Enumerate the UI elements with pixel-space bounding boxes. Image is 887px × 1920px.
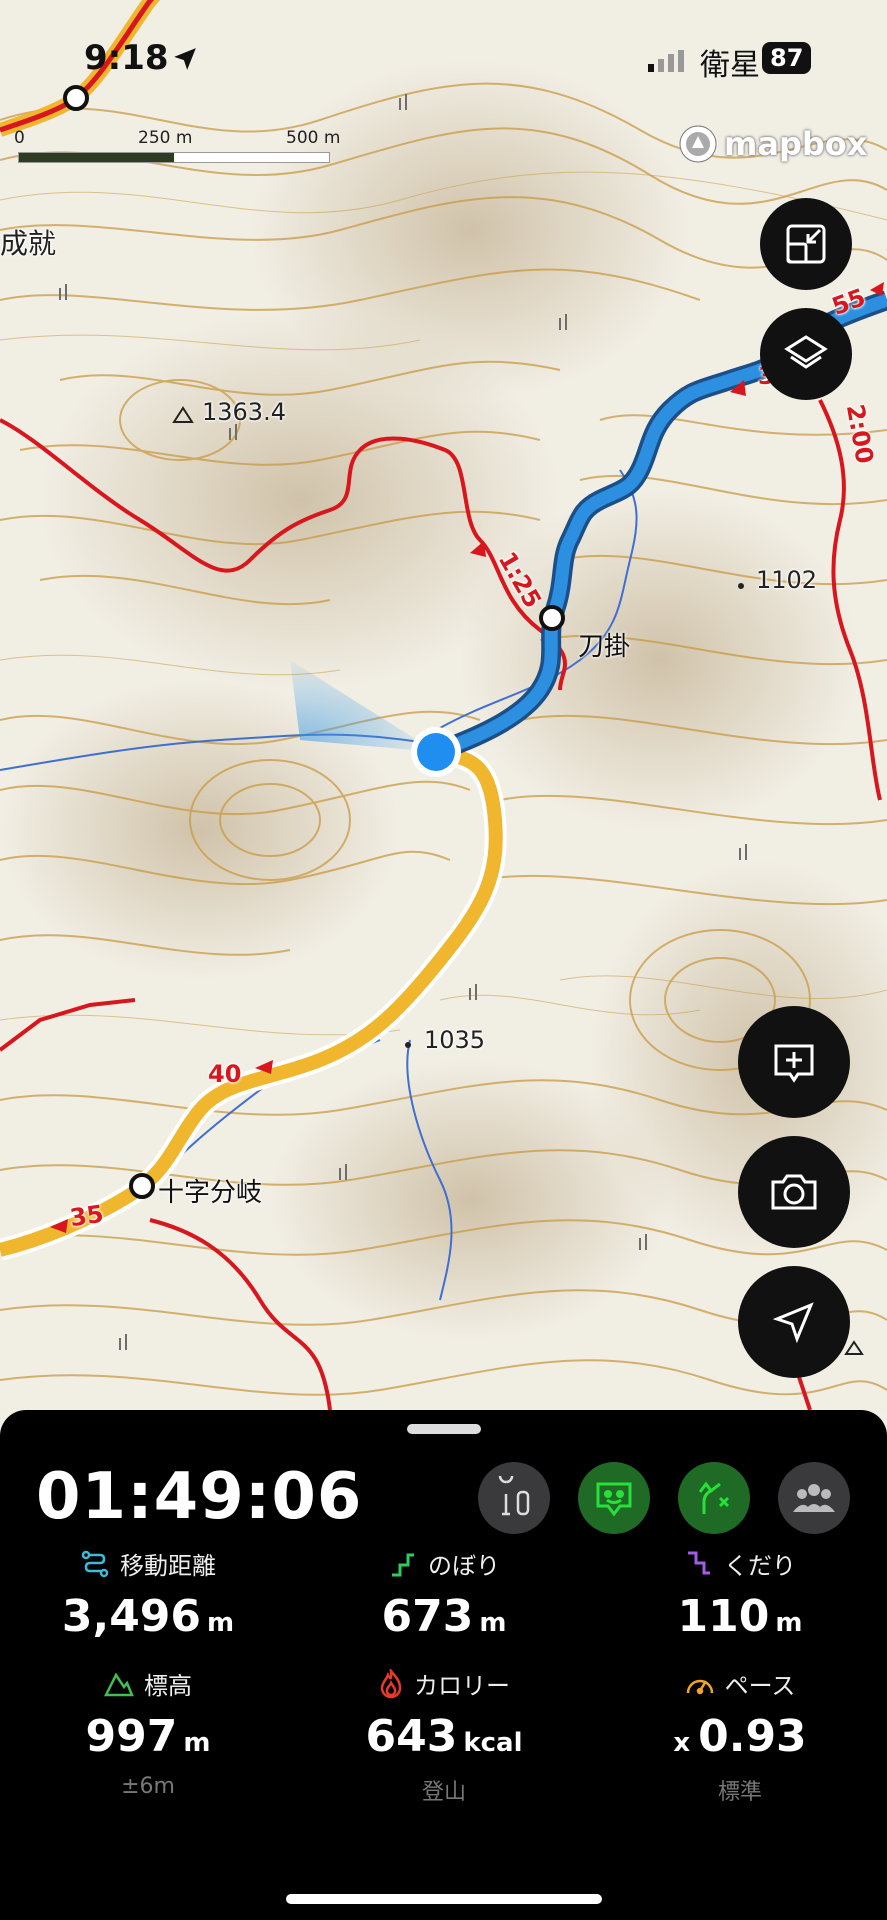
map-chat-button[interactable] [578,1462,650,1534]
navigation-arrow-icon [772,1302,814,1344]
camera-icon [771,1174,817,1210]
place-label: 成就 [0,227,57,260]
mapbox-icon [679,125,717,163]
status-bar: 9:18 衛星 87 [0,38,887,83]
speedometer-icon [686,1679,713,1694]
stat-calories: カロリー 643 kcal 登山 [296,1666,592,1806]
peak-label-1035: 1035 [424,1026,486,1054]
stat-altitude: 標高 997 m ±6m [85,1672,211,1799]
camera-button[interactable] [738,1136,850,1248]
sheet-handle[interactable] [407,1424,481,1434]
peak-label-1102: 1102 [756,566,818,594]
ascent-icon [392,1553,414,1576]
layers-icon [784,335,828,369]
carrier-label: 衛星 [700,48,760,83]
route-deviation-icon [698,1481,730,1514]
mapbox-logo: mapbox [678,124,867,164]
waypoint-label-katanakake[interactable]: 刀掛 [578,626,630,663]
route-time-label: 35 [68,1199,106,1233]
signal-icon [648,50,688,76]
add-note-button[interactable] [738,1006,850,1118]
scale-bar: 0 250 m 500 m [14,128,344,168]
group-icon [793,1484,835,1512]
scale-label-250: 250 m [138,128,193,148]
status-time: 9:18 [84,38,169,78]
stat-distance: 移動距離 3,496 m [0,1546,296,1642]
waypoint-label-jujibunki[interactable]: 十字分岐 [158,1172,262,1209]
stat-ascent: のぼり 673 m [296,1546,592,1642]
elapsed-time: 01:49:06 [36,1460,363,1534]
map-view[interactable]: 1363.4 1102 1035 成就 刀掛 十字分岐 1:25 2:00 40… [0,0,887,1410]
battery-indicator: 87 [762,42,812,74]
activity-panel: 01:49:06 移動距離 3,496 m のぼり 673 m くだり 110 … [0,1410,887,1920]
map-chat-icon [596,1482,632,1517]
flame-icon [380,1668,402,1698]
scale-label-0: 0 [14,128,25,148]
route-time-label: 40 [208,1060,242,1088]
locate-button[interactable] [738,1266,850,1378]
descent-icon [688,1551,710,1574]
route-deviation-button[interactable] [678,1462,750,1534]
mountain-icon [104,1672,134,1696]
shrink-icon [786,224,826,264]
location-arrow-icon [172,46,198,76]
layers-button[interactable] [760,308,852,400]
group-button[interactable] [778,1462,850,1534]
note-add-icon [774,1044,814,1083]
peak-label-1363: 1363.4 [202,398,286,426]
stat-descent: くだり 110 m [592,1546,887,1642]
distance-icon [81,1550,109,1577]
checkpoint-icon [498,1476,530,1516]
stat-pace: ペース x 0.93 標準 [673,1672,807,1805]
shrink-button[interactable] [760,198,852,290]
scale-label-500: 500 m [286,128,341,148]
checkpoint-button[interactable] [478,1462,550,1534]
home-indicator[interactable] [286,1894,602,1904]
